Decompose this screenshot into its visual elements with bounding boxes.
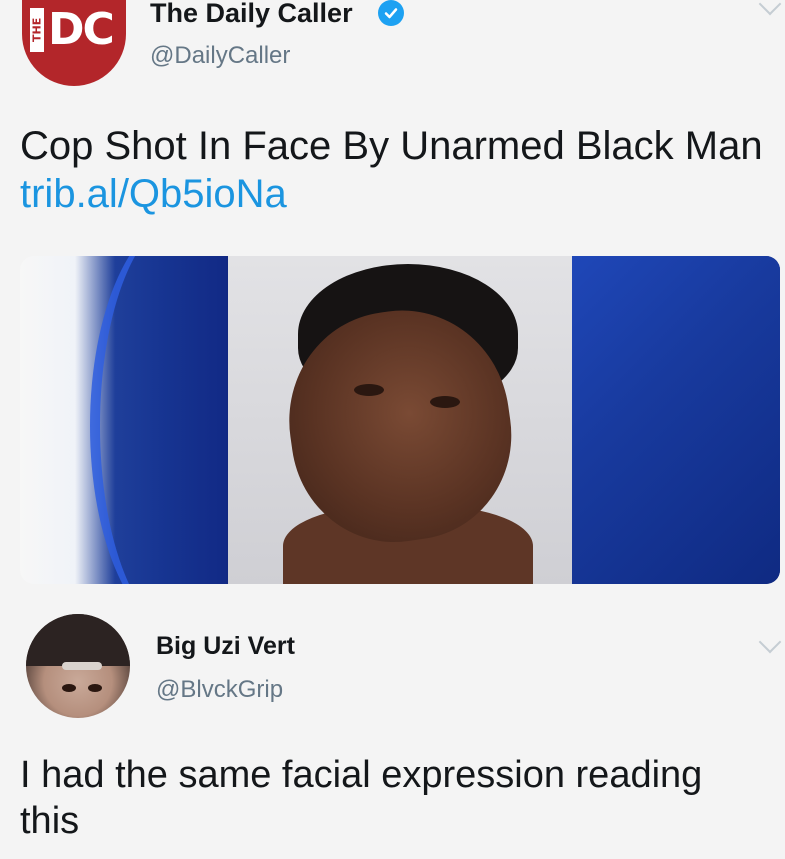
avatar-headband — [62, 662, 102, 670]
chevron-down-icon[interactable] — [758, 630, 782, 654]
user-avatar[interactable] — [26, 614, 130, 718]
author-handle[interactable]: @BlvckGrip — [156, 676, 283, 704]
avatar-hair — [26, 614, 130, 666]
mugshot-photo — [228, 256, 572, 584]
avatar-the-label: THE — [30, 8, 44, 52]
verified-badge-icon — [378, 0, 404, 26]
background-panel — [572, 256, 780, 584]
photo-eye-right — [430, 396, 460, 408]
avatar-dc-label: DC — [48, 4, 115, 55]
author-name[interactable]: Big Uzi Vert — [156, 632, 295, 661]
tweet-reply[interactable]: Big Uzi Vert @BlvckGrip I had the same f… — [0, 600, 785, 859]
tweet-daily-caller[interactable]: THE DC The Daily Caller @DailyCaller Cop… — [0, 0, 785, 600]
tweet-text: Cop Shot In Face By Unarmed Black Man tr… — [20, 122, 765, 218]
tweet-media-image[interactable] — [20, 256, 780, 584]
photo-eye-left — [354, 384, 384, 396]
tweet-text: I had the same facial expression reading… — [20, 754, 703, 842]
tweet-link[interactable]: trib.al/Qb5ioNa — [20, 172, 287, 216]
avatar-eye-right — [88, 684, 102, 692]
author-handle[interactable]: @DailyCaller — [150, 42, 290, 70]
author-name[interactable]: The Daily Caller — [150, 0, 353, 29]
tweet-text-body: Cop Shot In Face By Unarmed Black Man — [20, 124, 763, 168]
avatar-eye-left — [62, 684, 76, 692]
daily-caller-avatar[interactable]: THE DC — [22, 0, 126, 86]
chevron-down-icon[interactable] — [758, 0, 782, 16]
